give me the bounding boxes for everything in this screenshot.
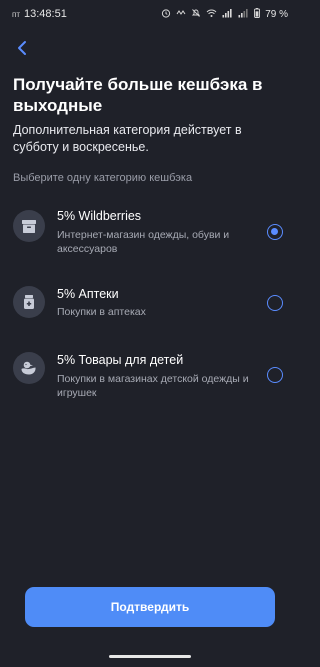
chevron-left-icon	[15, 40, 29, 61]
status-left: пт 13:48:51	[12, 8, 67, 20]
option-description: Интернет-магазин одежды, обуви и аксессу…	[57, 229, 230, 255]
page-title: Получайте больше кешбэка в выходные	[13, 75, 263, 115]
battery-level: 79 %	[265, 8, 288, 20]
status-day: пт	[12, 9, 20, 19]
radio-pharmacy[interactable]	[267, 295, 283, 311]
signal-2-icon	[238, 8, 249, 21]
radio-wildberries[interactable]	[267, 224, 283, 240]
battery-icon	[254, 7, 261, 21]
pill-bottle-icon	[13, 286, 45, 318]
signal-icon	[222, 8, 233, 21]
box-icon	[13, 210, 45, 242]
option-pharmacy[interactable]: 5% Аптеки Покупки в аптеках	[0, 286, 300, 346]
radio-kids[interactable]	[267, 367, 283, 383]
option-description: Покупки в магазинах детской одежды и игр…	[57, 373, 249, 399]
option-title: 5% Товары для детей	[57, 353, 184, 367]
confirm-button[interactable]: Подтвердить	[25, 587, 275, 627]
status-right: 79 %	[161, 7, 288, 21]
page-subtitle: Дополнительная категория действует в суб…	[13, 123, 242, 154]
status-time: 13:48:51	[24, 8, 67, 20]
option-title: 5% Аптеки	[57, 287, 119, 301]
alarm-icon	[161, 8, 171, 21]
option-wildberries[interactable]: 5% Wildberries Интернет-магазин одежды, …	[0, 208, 300, 268]
duck-icon	[13, 352, 45, 384]
back-button[interactable]	[10, 38, 34, 62]
section-label: Выберите одну категорию кешбэка	[13, 172, 193, 184]
volte-icon	[176, 8, 186, 21]
wifi-icon	[206, 8, 217, 21]
option-title: 5% Wildberries	[57, 209, 142, 223]
home-indicator[interactable]	[109, 655, 191, 658]
mute-icon	[191, 8, 201, 21]
status-bar: пт 13:48:51 79 %	[0, 0, 300, 28]
option-kids[interactable]: 5% Товары для детей Покупки в магазинах …	[0, 352, 300, 412]
option-description: Покупки в аптеках	[57, 306, 146, 318]
